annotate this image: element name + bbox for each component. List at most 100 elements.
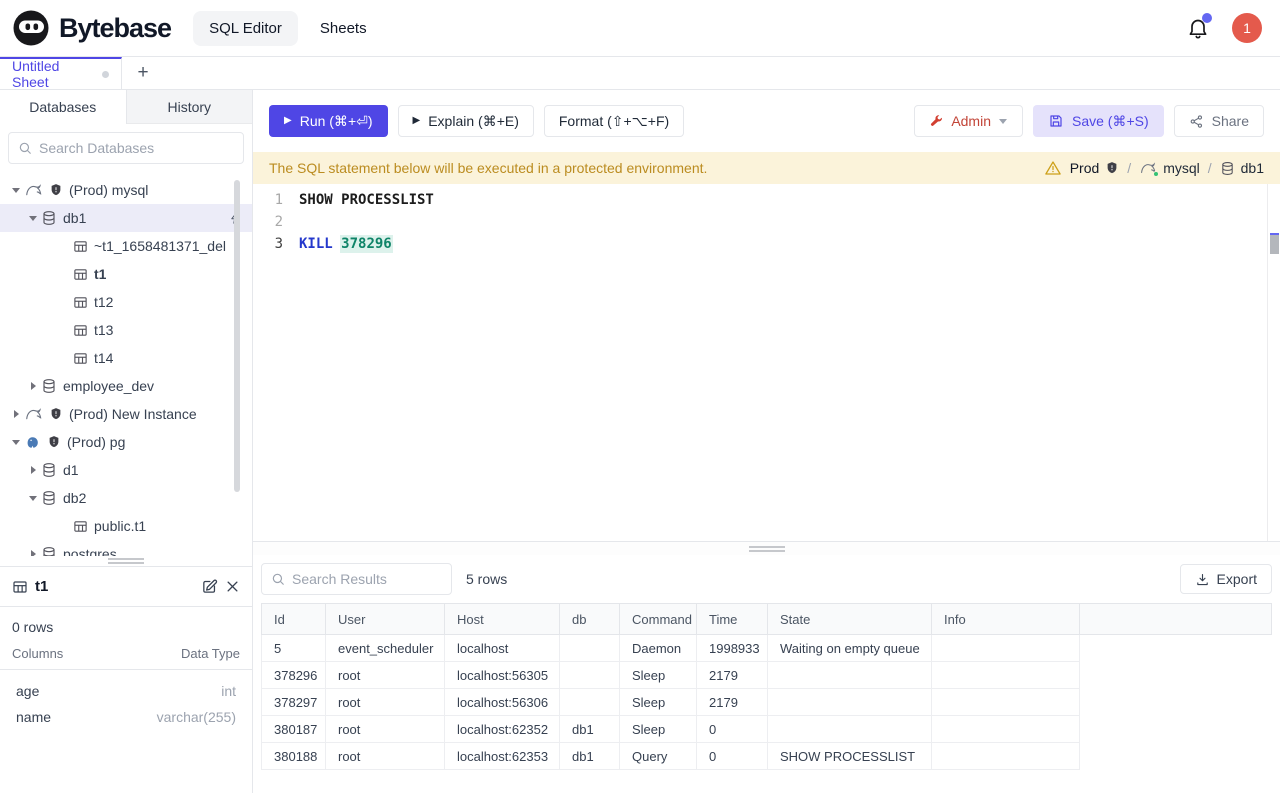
code-text: SHOW PROCESSLIST [299, 189, 434, 211]
result-cell [932, 662, 1080, 689]
tab-history[interactable]: History [127, 90, 253, 124]
results-table: IdUserHostdbCommandTimeStateInfo5event_s… [261, 603, 1272, 785]
bytebase-logo[interactable]: Bytebase [12, 9, 171, 47]
tree-item-postgres[interactable]: postgres [0, 540, 252, 556]
chevron-down-icon[interactable] [8, 185, 24, 195]
results-panel-resizer[interactable] [253, 541, 1280, 555]
filler-cell [1080, 662, 1272, 689]
drag-handle [108, 558, 144, 564]
table-schema-panel: t1 0 rows Co [0, 566, 252, 793]
schema-column-row: age int [0, 678, 252, 704]
result-cell [560, 635, 620, 662]
chevron-down-icon[interactable] [8, 437, 24, 447]
tree-item--prod-mysql[interactable]: (Prod) mysql [0, 176, 252, 204]
tree-item-label: t14 [94, 350, 113, 366]
tree-scrollbar[interactable] [234, 180, 240, 492]
result-cell: 380187 [262, 716, 326, 743]
tree-item--prod-new-instance[interactable]: (Prod) New Instance [0, 400, 252, 428]
line-number: 2 [253, 211, 299, 233]
column-header-Id: Id [262, 604, 326, 635]
result-cell: root [326, 662, 445, 689]
table-icon [73, 351, 88, 366]
chevron-down-icon [998, 116, 1008, 126]
tab-untitled-sheet[interactable]: Untitled Sheet [0, 57, 122, 89]
result-cell [768, 716, 932, 743]
explain-button[interactable]: ▶ Explain (⌘+E) [398, 105, 534, 137]
wrench-icon [929, 114, 944, 129]
chevron-right-icon[interactable] [25, 549, 41, 556]
tree-item-t13[interactable]: t13 [0, 316, 252, 344]
result-cell: Sleep [620, 662, 697, 689]
sidebar-panel-resizer[interactable] [0, 556, 252, 566]
close-schema-icon[interactable] [225, 579, 240, 594]
result-cell [560, 662, 620, 689]
tree-item-label: db2 [63, 490, 86, 506]
column-name: name [16, 709, 51, 725]
run-button[interactable]: ▶ Run (⌘+⏎) [269, 105, 388, 137]
result-cell: db1 [560, 743, 620, 770]
result-cell: Daemon [620, 635, 697, 662]
result-cell: db1 [560, 716, 620, 743]
result-cell: 1998933 [697, 635, 768, 662]
editor-overview-ruler[interactable] [1267, 184, 1280, 541]
table-icon [73, 267, 88, 282]
column-type: int [221, 683, 236, 699]
column-name: age [16, 683, 39, 699]
database-icon [41, 462, 57, 478]
schema-row-count: 0 rows [0, 607, 252, 637]
result-cell: 380188 [262, 743, 326, 770]
play-icon: ▶ [413, 116, 421, 126]
result-cell: Sleep [620, 716, 697, 743]
result-cell: 378296 [262, 662, 326, 689]
nav-sql-editor[interactable]: SQL Editor [193, 11, 298, 46]
results-header-row: IdUserHostdbCommandTimeStateInfo [262, 604, 1272, 635]
result-cell [932, 743, 1080, 770]
tree-item-public-t1[interactable]: public.t1 [0, 512, 252, 540]
code-line-2: 2 [253, 211, 1280, 233]
sql-editor[interactable]: 1SHOW PROCESSLIST23KILL 378296 [253, 184, 1280, 541]
share-button[interactable]: Share [1174, 105, 1264, 137]
tree-item--t1-1658481371-del[interactable]: ~t1_1658481371_del [0, 232, 252, 260]
export-button[interactable]: Export [1180, 564, 1272, 594]
download-icon [1195, 572, 1210, 587]
avatar[interactable]: 1 [1232, 13, 1262, 43]
connection-status-dot [1153, 171, 1159, 177]
tree-item-t12[interactable]: t12 [0, 288, 252, 316]
tree-item-db2[interactable]: db2 [0, 484, 252, 512]
edit-table-icon[interactable] [201, 578, 218, 595]
database-search-input[interactable] [39, 140, 234, 156]
main-nav: SQL Editor Sheets [193, 11, 383, 46]
code-text: KILL 378296 [299, 233, 392, 255]
breadcrumb-environment: Prod [1070, 160, 1120, 176]
new-sheet-button[interactable]: + [122, 57, 164, 89]
tree-item-t14[interactable]: t14 [0, 344, 252, 372]
chevron-right-icon[interactable] [8, 409, 24, 419]
chevron-down-icon[interactable] [25, 213, 41, 223]
chevron-right-icon[interactable] [25, 465, 41, 475]
tree-item-t1[interactable]: t1 [0, 260, 252, 288]
tree-item-label: t12 [94, 294, 113, 310]
tab-databases[interactable]: Databases [0, 90, 127, 124]
save-button[interactable]: Save (⌘+S) [1033, 105, 1164, 137]
admin-mode-button[interactable]: Admin [914, 105, 1023, 137]
result-cell: 5 [262, 635, 326, 662]
results-search[interactable] [261, 563, 452, 595]
chevron-down-icon[interactable] [25, 493, 41, 503]
format-button[interactable]: Format (⇧+⌥+F) [544, 105, 684, 137]
chevron-right-icon[interactable] [25, 381, 41, 391]
tree-item-db1[interactable]: db1 [0, 204, 252, 232]
schema-column-list: ageintnamevarchar(255) [0, 670, 252, 730]
database-search[interactable] [8, 132, 244, 164]
result-cell [932, 635, 1080, 662]
notification-bell-icon[interactable] [1186, 16, 1210, 40]
results-search-input[interactable] [292, 571, 442, 587]
tree-item--prod-pg[interactable]: (Prod) pg [0, 428, 252, 456]
connection-breadcrumb: Prod / [1044, 159, 1264, 177]
result-cell: Waiting on empty queue [768, 635, 932, 662]
tree-item-employee-dev[interactable]: employee_dev [0, 372, 252, 400]
tree-item-label: (Prod) New Instance [69, 406, 197, 422]
result-cell: event_scheduler [326, 635, 445, 662]
shield-icon [49, 183, 63, 197]
tree-item-d1[interactable]: d1 [0, 456, 252, 484]
nav-sheets[interactable]: Sheets [304, 11, 383, 46]
